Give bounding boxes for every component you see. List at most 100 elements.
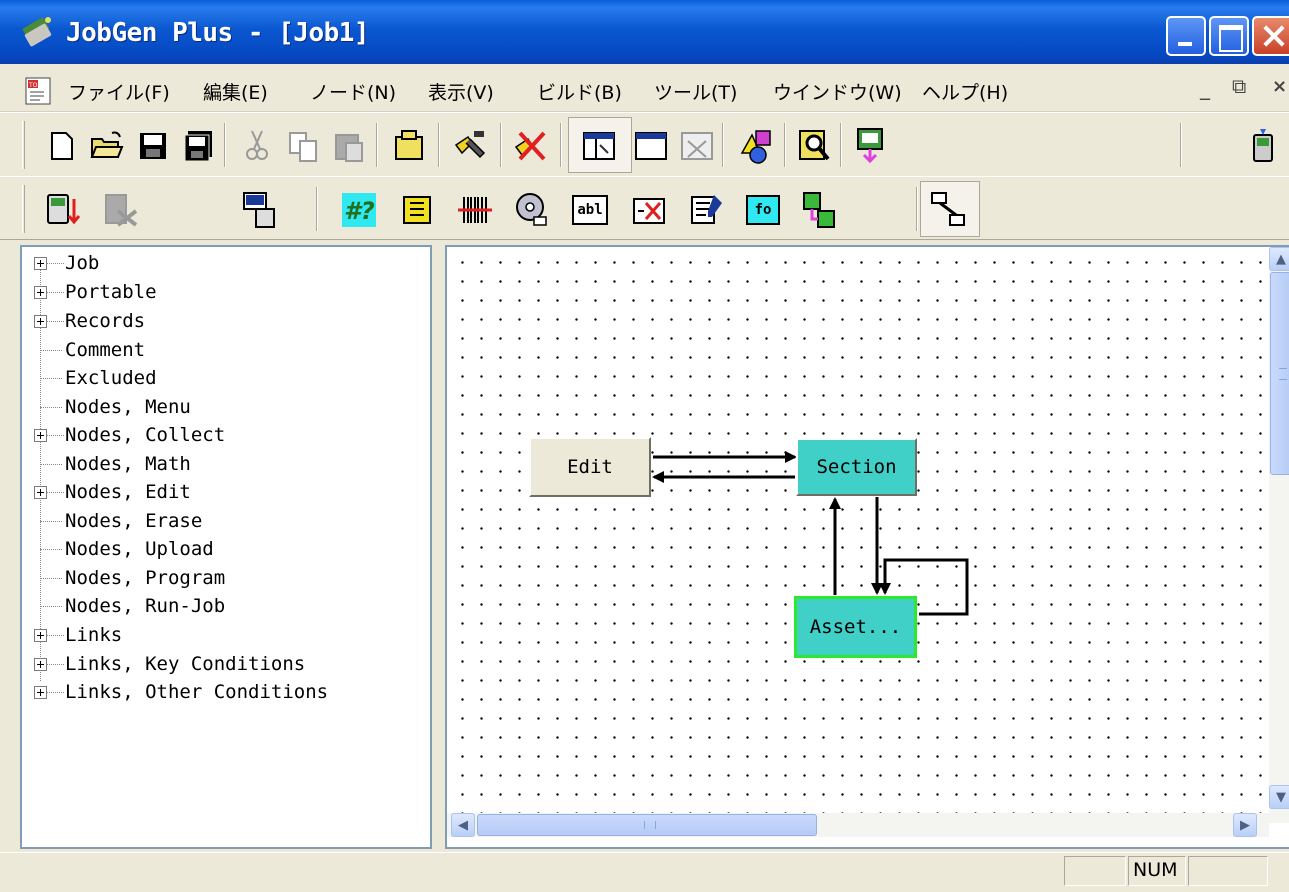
vertical-scrollbar[interactable]: ▲ ▼	[1269, 247, 1289, 823]
tree-view-icon[interactable]	[580, 127, 618, 165]
vertical-scroll-thumb[interactable]	[1270, 272, 1289, 475]
toolbar-separator	[722, 123, 724, 167]
application-window: JobGen Plus - [Job1] TOD ファイル(F) 編集(E) ノ…	[0, 0, 1289, 892]
barcode-node-icon[interactable]	[456, 191, 494, 229]
download-icon[interactable]	[852, 127, 890, 165]
fo-node-icon[interactable]: fo	[746, 195, 780, 225]
maximize-button[interactable]	[1209, 16, 1249, 56]
menu-view[interactable]: 表示(V)	[428, 78, 494, 105]
tree-item-nodes-program[interactable]: Nodes, Program	[22, 564, 430, 593]
scroll-up-button[interactable]: ▲	[1269, 247, 1289, 271]
tree-item-excluded[interactable]: Excluded	[22, 364, 430, 393]
open-folder-icon[interactable]	[88, 127, 126, 165]
tree-item-nodes-edit[interactable]: Nodes, Edit	[22, 478, 430, 507]
menu-tools[interactable]: ツール(T)	[654, 78, 737, 105]
toolbar-grip[interactable]	[22, 185, 25, 233]
new-document-icon[interactable]	[42, 127, 80, 165]
mdi-restore-button[interactable]: ⧉	[1232, 74, 1246, 98]
menu-window[interactable]: ウインドウ(W)	[773, 78, 902, 105]
tree-item-comment[interactable]: Comment	[22, 336, 430, 365]
document-icon[interactable]: TOD	[24, 76, 54, 106]
copy-icon[interactable]	[284, 127, 322, 165]
menu-node-icon[interactable]	[398, 191, 436, 229]
title-bar[interactable]: JobGen Plus - [Job1]	[0, 0, 1289, 64]
svg-text:#?: #?	[344, 197, 375, 225]
menu-file[interactable]: ファイル(F)	[68, 78, 170, 105]
save-icon[interactable]	[134, 127, 172, 165]
tree-item-label: Portable	[65, 281, 157, 303]
diagram-view: Edit Section Asset... ▲ ▼ ◀ ▶	[445, 245, 1289, 849]
tree-item-job[interactable]: Job	[22, 249, 430, 278]
toolbar-separator	[316, 187, 318, 231]
scroll-left-button[interactable]: ◀	[451, 813, 475, 837]
cut-icon[interactable]	[238, 127, 276, 165]
toolbar-separator	[376, 123, 378, 167]
grip-icon	[644, 821, 656, 829]
mdi-minimize-button[interactable]: _	[1200, 76, 1210, 100]
shapes-icon[interactable]	[738, 127, 776, 165]
minimize-button[interactable]	[1166, 16, 1206, 56]
scroll-right-button[interactable]: ▶	[1233, 813, 1257, 837]
horizontal-scrollbar[interactable]: ◀ ▶	[447, 813, 1269, 837]
link-tool-icon[interactable]	[930, 191, 968, 229]
diagram-canvas[interactable]: Edit Section Asset...	[447, 247, 1269, 823]
clear-build-icon[interactable]	[512, 127, 550, 165]
tree-item-nodes-menu[interactable]: Nodes, Menu	[22, 393, 430, 422]
tree-item-portable[interactable]: Portable	[22, 278, 430, 307]
tree-item-label: Nodes, Erase	[65, 510, 203, 532]
menu-help[interactable]: ヘルプ(H)	[922, 78, 1008, 105]
toolbar-separator	[500, 123, 502, 167]
toolbar-separator	[840, 123, 842, 167]
tree-item-label: Links, Other Conditions	[65, 681, 329, 703]
tree-item-nodes-run-job[interactable]: Nodes, Run-Job	[22, 592, 430, 621]
tree-node-icon[interactable]	[800, 191, 838, 229]
build-tools-icon[interactable]	[452, 127, 490, 165]
find-icon[interactable]	[796, 127, 834, 165]
tree-item-nodes-upload[interactable]: Nodes, Upload	[22, 535, 430, 564]
disabled-tool-icon[interactable]	[102, 191, 140, 229]
tree-item-nodes-collect[interactable]: Nodes, Collect	[22, 421, 430, 450]
tree-item-label: Nodes, Menu	[65, 396, 191, 418]
window-icon[interactable]	[632, 127, 670, 165]
handheld-icon[interactable]	[1244, 127, 1282, 165]
tree-item-label: Nodes, Edit	[65, 481, 191, 503]
edit-node-icon[interactable]	[688, 191, 726, 229]
abl-field-icon[interactable]: abl	[572, 195, 608, 225]
close-window-icon[interactable]	[678, 127, 716, 165]
status-pane	[1064, 856, 1126, 886]
pane-splitter[interactable]	[434, 240, 444, 852]
job-tree[interactable]: Job Portable Records Comment Excluded No…	[20, 245, 432, 849]
svg-text:TOD: TOD	[28, 82, 42, 89]
mdi-close-button[interactable]: ×	[1272, 76, 1287, 97]
tree-item-label: Links, Key Conditions	[65, 653, 306, 675]
menu-build[interactable]: ビルド(B)	[537, 78, 622, 105]
tree-item-links-other-conditions[interactable]: Links, Other Conditions	[22, 678, 430, 707]
tree-item-label: Nodes, Program	[65, 567, 226, 589]
node-edit[interactable]: Edit	[529, 437, 651, 497]
tree-item-nodes-erase[interactable]: Nodes, Erase	[22, 507, 430, 536]
tree-item-label: Excluded	[65, 367, 157, 389]
num-lock-indicator: NUM	[1128, 856, 1186, 886]
save-all-icon[interactable]	[180, 127, 218, 165]
handheld-download-icon[interactable]	[44, 191, 82, 229]
tree-item-nodes-math[interactable]: Nodes, Math	[22, 450, 430, 479]
scroll-down-button[interactable]: ▼	[1269, 785, 1289, 809]
question-node-icon[interactable]: #?	[340, 191, 378, 229]
toolbar-grip[interactable]	[22, 121, 25, 169]
toolbar-separator	[560, 123, 562, 167]
tree-item-records[interactable]: Records	[22, 307, 430, 336]
app-icon[interactable]	[18, 14, 56, 50]
error-node-icon[interactable]	[630, 191, 668, 229]
close-button[interactable]	[1252, 16, 1289, 56]
tree-item-links-key-conditions[interactable]: Links, Key Conditions	[22, 650, 430, 679]
properties-icon[interactable]	[390, 127, 428, 165]
menu-edit[interactable]: 編集(E)	[203, 78, 268, 105]
horizontal-scroll-thumb[interactable]	[477, 814, 817, 836]
node-asset[interactable]: Asset...	[794, 596, 917, 658]
node-section[interactable]: Section	[796, 438, 917, 496]
paste-icon[interactable]	[330, 127, 368, 165]
tree-item-links[interactable]: Links	[22, 621, 430, 650]
cd-node-icon[interactable]	[514, 191, 552, 229]
menu-node[interactable]: ノード(N)	[310, 78, 396, 105]
connect-device-icon[interactable]	[240, 191, 278, 229]
